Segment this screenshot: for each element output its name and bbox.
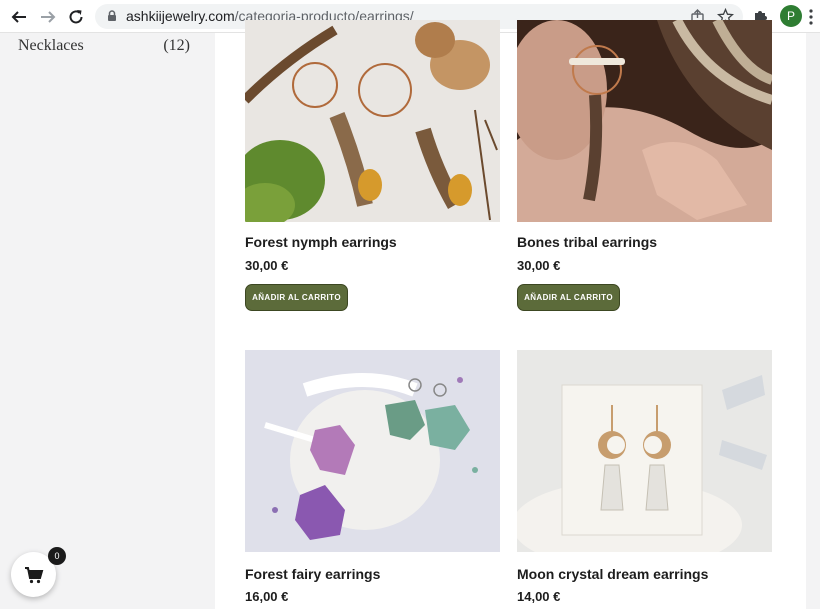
product-price: 30,00 €: [517, 258, 561, 273]
reload-icon[interactable]: [65, 6, 87, 28]
add-to-cart-button[interactable]: AÑADIR AL CARRITO: [245, 284, 348, 311]
category-label[interactable]: Necklaces: [18, 37, 84, 55]
forward-arrow-icon[interactable]: [37, 6, 59, 28]
page-right-margin: [806, 33, 820, 609]
product-card: Forest fairy earrings 16,00 €: [245, 350, 500, 604]
product-name[interactable]: Moon crystal dream earrings: [517, 566, 708, 582]
product-name[interactable]: Bones tribal earrings: [517, 234, 657, 250]
product-card: Moon crystal dream earrings 14,00 €: [517, 350, 772, 604]
sidebar-item-necklaces[interactable]: Necklaces (12): [18, 37, 190, 55]
lock-icon[interactable]: [105, 9, 119, 23]
back-arrow-icon[interactable]: [8, 6, 30, 28]
category-count: (12): [163, 37, 190, 54]
product-image-moon-crystal[interactable]: [517, 350, 772, 552]
product-price: 30,00 €: [245, 258, 289, 273]
product-grid: Forest nymph earrings 30,00 € AÑADIR AL …: [215, 20, 806, 609]
category-sidebar: Necklaces (12): [0, 33, 215, 609]
product-name[interactable]: Forest fairy earrings: [245, 566, 380, 582]
cart-count-badge: 0: [48, 547, 66, 565]
shopping-cart-icon: [24, 566, 43, 583]
add-to-cart-button[interactable]: AÑADIR AL CARRITO: [517, 284, 620, 311]
product-image-forest-nymph[interactable]: [245, 20, 500, 222]
product-image-forest-fairy[interactable]: [245, 350, 500, 552]
product-image-bones-tribal[interactable]: [517, 20, 772, 222]
url-host: ashkiijewelry.com: [126, 8, 235, 24]
product-name[interactable]: Forest nymph earrings: [245, 234, 397, 250]
kebab-menu-icon[interactable]: [808, 8, 814, 26]
page-body: Necklaces (12) Forest nymph earrings 30,…: [0, 20, 820, 609]
profile-avatar[interactable]: P: [780, 5, 802, 27]
product-card: Bones tribal earrings 30,00 € AÑADIR AL …: [517, 20, 772, 311]
product-card: Forest nymph earrings 30,00 € AÑADIR AL …: [245, 20, 500, 311]
product-price: 16,00 €: [245, 589, 289, 604]
product-price: 14,00 €: [517, 589, 561, 604]
